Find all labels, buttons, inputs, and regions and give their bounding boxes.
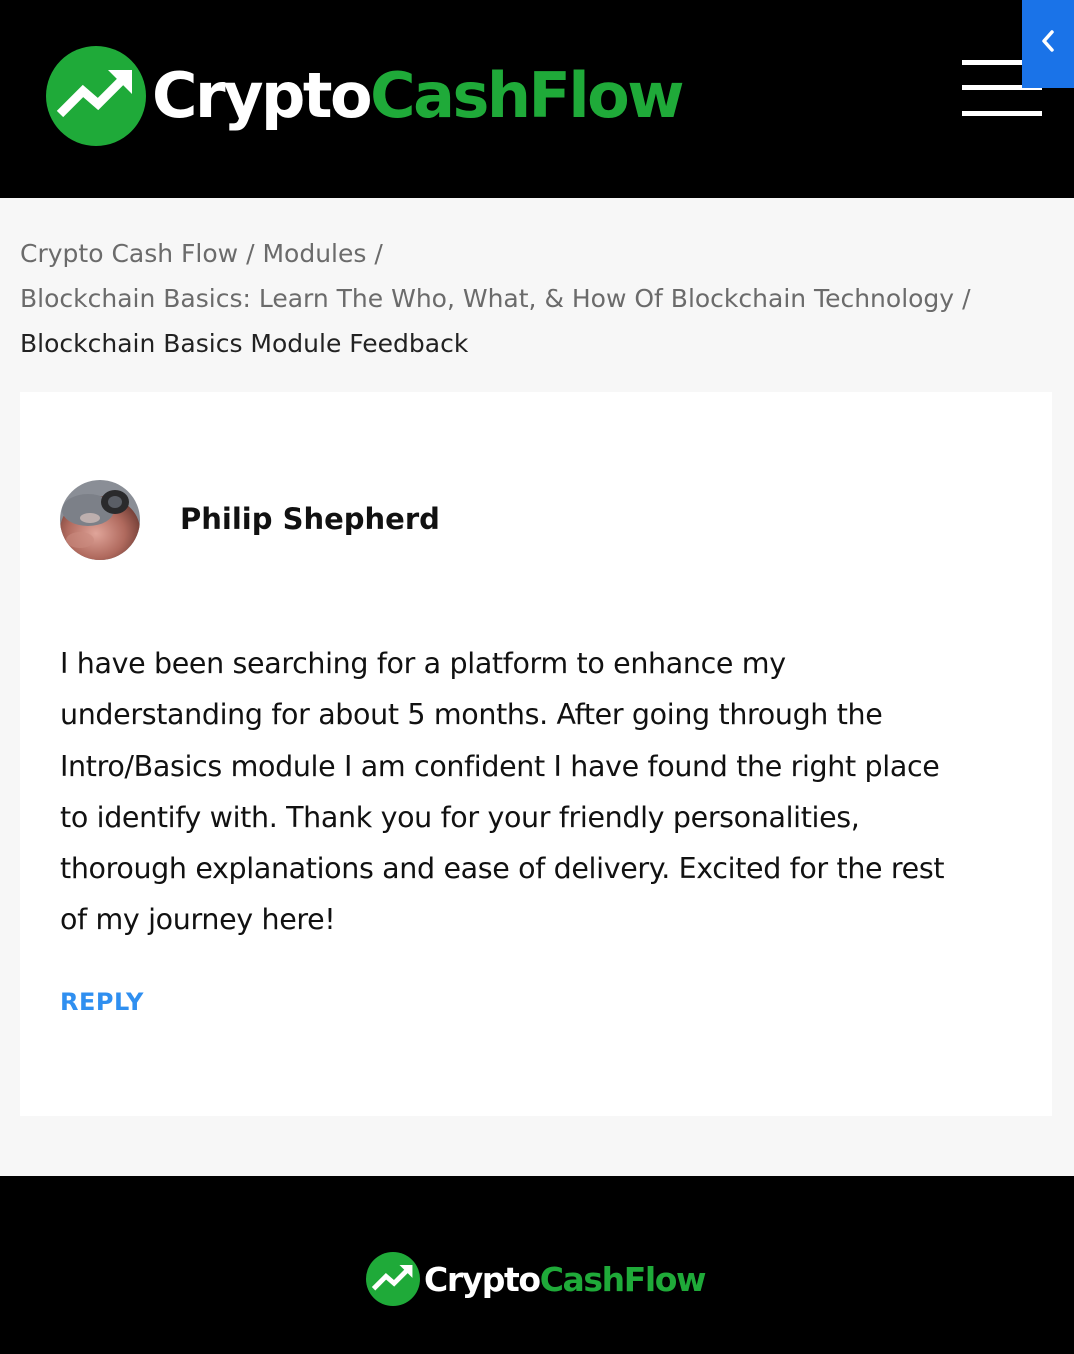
breadcrumb-separator: /	[962, 284, 971, 313]
footer-logo-word-cashflow: CashFlow	[539, 1259, 707, 1299]
breadcrumb: Crypto Cash Flow / Modules / Blockchain …	[20, 231, 1060, 366]
comment-line: to identify with. Thank you for your fri…	[60, 800, 860, 834]
comment-line: thorough explanations and ease of delive…	[60, 852, 945, 886]
footer-logo-word-crypto: Crypto	[424, 1259, 541, 1299]
breadcrumb-line-2: Blockchain Basics: Learn The Who, What, …	[20, 276, 1060, 321]
breadcrumb-course-link[interactable]: Blockchain Basics: Learn The Who, What, …	[20, 284, 954, 313]
logo-wordmark: CryptoCashFlow	[152, 65, 684, 127]
comment-card: Philip Shepherd I have been searching fo…	[20, 392, 1052, 1116]
logo-word-cashflow: CashFlow	[370, 59, 684, 132]
comment-line: Intro/Basics module I am confident I hav…	[60, 749, 940, 783]
site-logo[interactable]: CryptoCashFlow	[46, 46, 684, 146]
breadcrumb-line-1: Crypto Cash Flow / Modules /	[20, 231, 1060, 276]
comment-body: I have been searching for a platform to …	[60, 638, 1020, 946]
comment-line: I have been searching for a platform to …	[60, 647, 786, 680]
comment-line: of my journey here!	[60, 903, 336, 937]
avatar-photo	[60, 480, 140, 560]
menu-bar-bottom	[962, 111, 1042, 116]
breadcrumb-modules-link[interactable]: Modules	[262, 239, 366, 268]
reply-link[interactable]: REPLY	[60, 988, 144, 1016]
breadcrumb-home-link[interactable]: Crypto Cash Flow	[20, 239, 238, 268]
chevron-left-icon	[1042, 30, 1054, 52]
comment-line: understanding for about 5 months. After …	[60, 698, 883, 732]
avatar	[60, 480, 140, 560]
breadcrumb-current-page: Blockchain Basics Module Feedback	[20, 329, 469, 358]
site-footer: CryptoCashFlow	[0, 1176, 1074, 1354]
logo-word-crypto: Crypto	[152, 59, 373, 132]
breadcrumb-line-3: Blockchain Basics Module Feedback	[20, 321, 1060, 366]
breadcrumb-separator: /	[374, 239, 383, 268]
breadcrumb-separator: /	[246, 239, 255, 268]
trending-up-icon	[46, 46, 146, 146]
footer-logo[interactable]: CryptoCashFlow	[366, 1252, 707, 1306]
footer-logo-wordmark: CryptoCashFlow	[424, 1259, 707, 1299]
side-panel-toggle[interactable]	[1022, 0, 1074, 88]
site-header: CryptoCashFlow	[0, 0, 1074, 198]
comment-author: Philip Shepherd	[180, 502, 440, 536]
trending-up-icon	[366, 1252, 420, 1306]
